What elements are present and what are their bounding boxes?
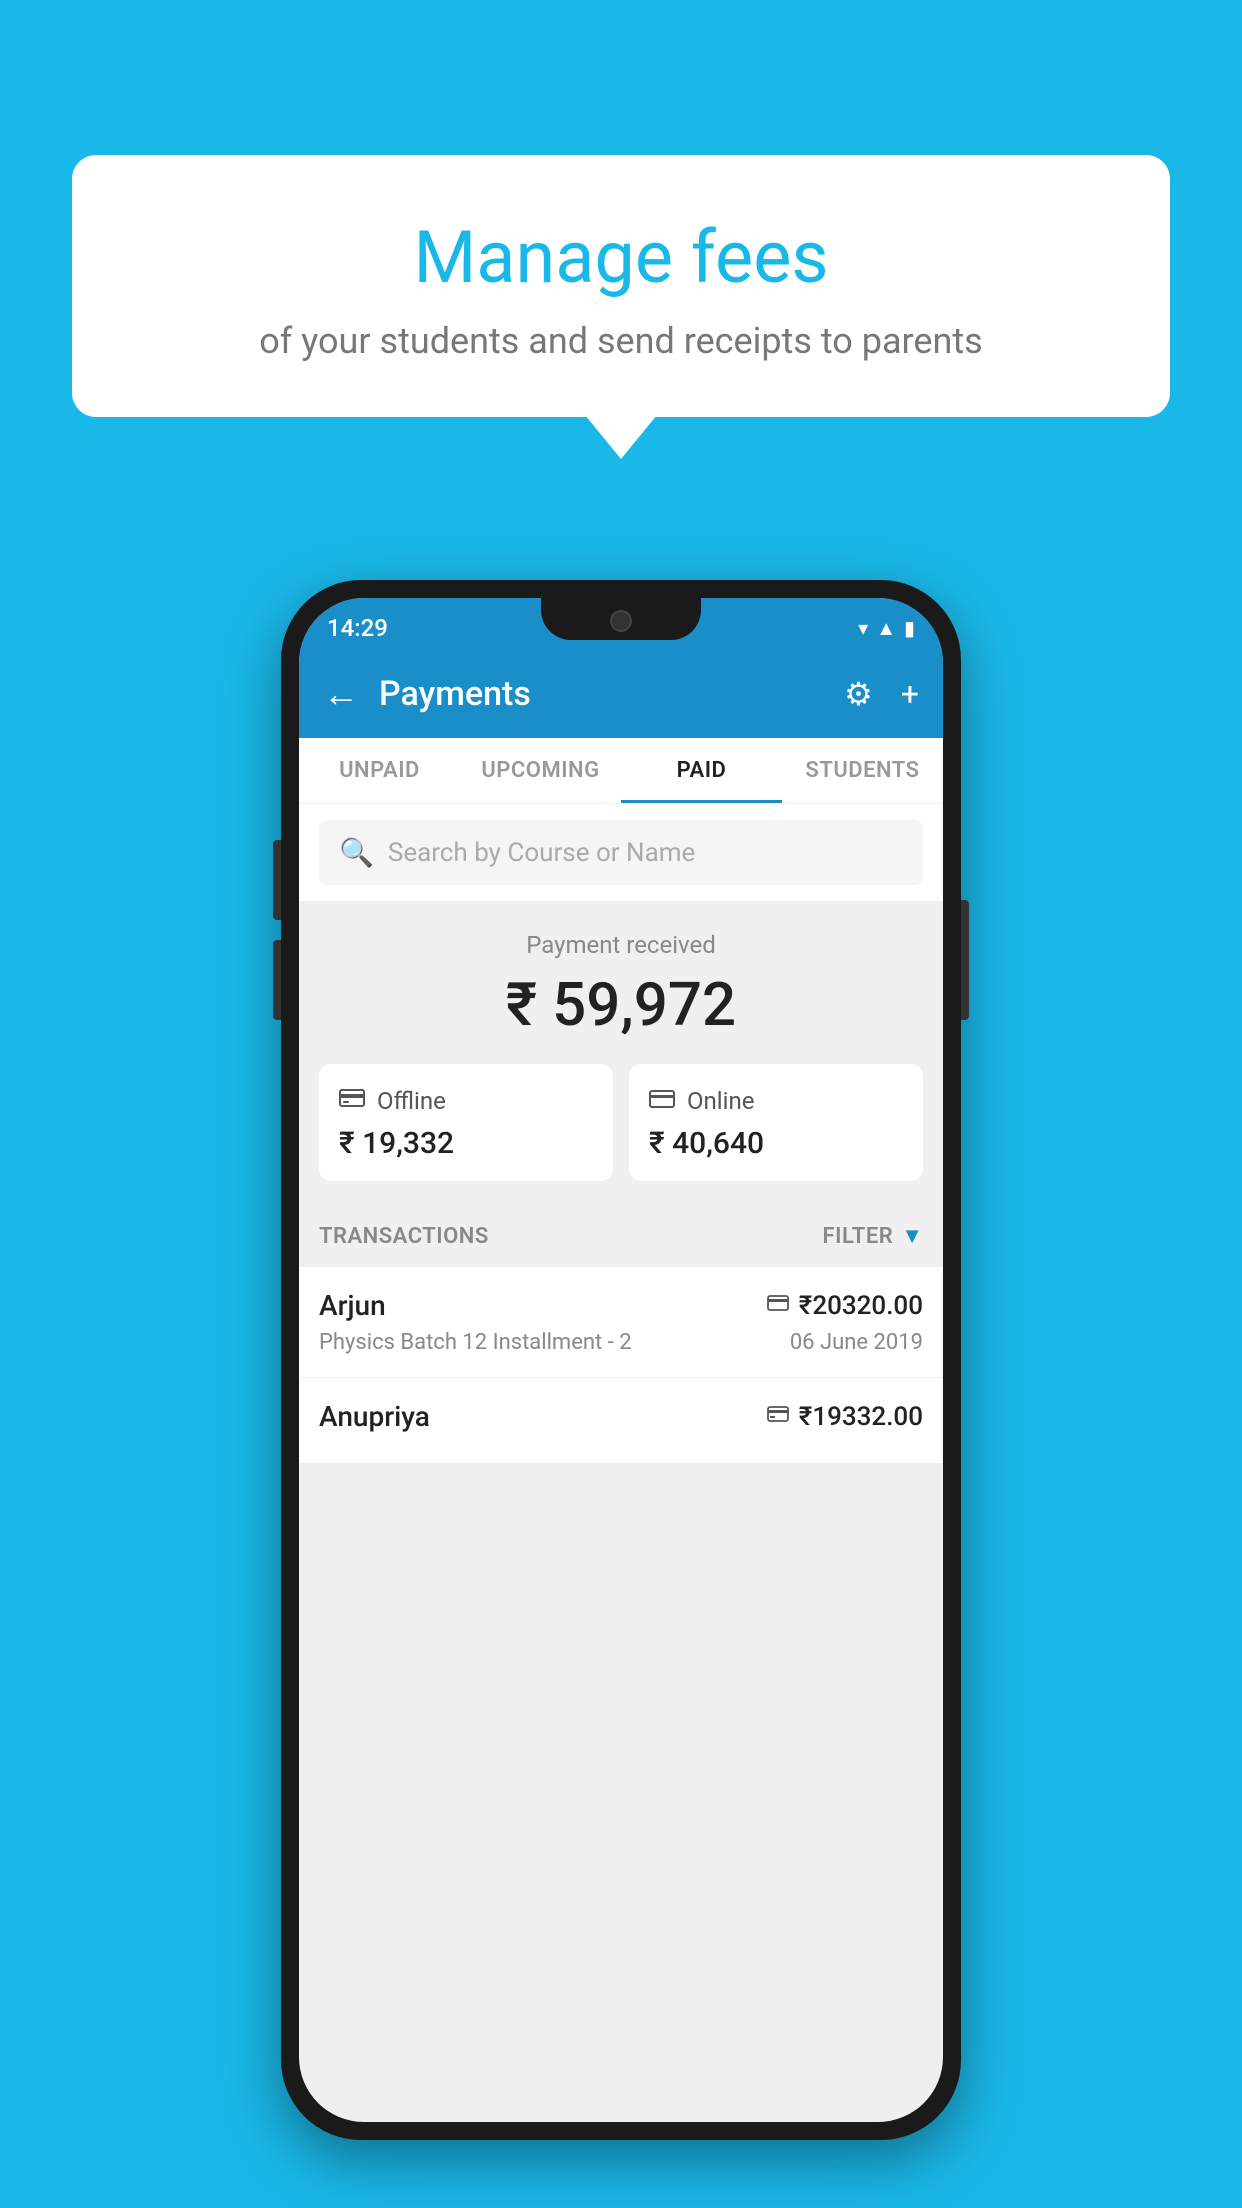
back-button[interactable]: ← [323,673,359,715]
bubble-title: Manage fees [112,215,1130,300]
filter-label: FILTER [823,1224,894,1249]
online-card-header: Online [649,1086,903,1116]
bubble-subtitle: of your students and send receipts to pa… [112,320,1130,362]
search-container: 🔍 Search by Course or Name [299,804,943,901]
payment-cards: Offline ₹ 19,332 Online ₹ 40,640 [299,1064,943,1205]
volume-up-button [273,840,281,920]
transaction-amount: ₹19332.00 [799,1402,923,1432]
search-input[interactable]: Search by Course or Name [388,838,695,868]
online-payment-icon [649,1086,675,1116]
offline-card-header: Offline [339,1086,593,1116]
tab-upcoming[interactable]: UPCOMING [460,738,621,803]
tab-students[interactable]: STUDENTS [782,738,943,803]
transaction-top: Arjun ₹20320.00 [319,1289,923,1322]
transaction-date: 06 June 2019 [790,1330,923,1355]
settings-icon[interactable]: ⚙ [844,675,873,713]
offline-amount: ₹ 19,332 [339,1126,593,1161]
front-camera [610,610,632,632]
transaction-amount-wrap: ₹19332.00 [767,1402,923,1432]
transaction-detail: Physics Batch 12 Installment - 2 [319,1330,632,1355]
filter-button[interactable]: FILTER ▼ [823,1223,923,1249]
online-payment-type-icon [767,1293,789,1318]
tab-paid[interactable]: PAID [621,738,782,803]
transaction-amount-wrap: ₹20320.00 [767,1291,923,1321]
search-icon: 🔍 [339,836,374,869]
online-amount: ₹ 40,640 [649,1126,903,1161]
payment-received-label: Payment received [319,931,923,959]
offline-payment-card: Offline ₹ 19,332 [319,1064,613,1181]
filter-icon: ▼ [901,1223,923,1249]
phone-screen: 14:29 ▾ ▲ ▮ ← Payments ⚙ + UNPAID UPCOMI… [299,598,943,2122]
search-bar[interactable]: 🔍 Search by Course or Name [319,820,923,885]
offline-payment-icon [339,1086,365,1116]
transaction-row[interactable]: Anupriya ₹19332.00 [299,1378,943,1464]
transaction-bottom: Physics Batch 12 Installment - 2 06 June… [319,1330,923,1355]
status-time: 14:29 [327,614,388,642]
notch [541,598,701,640]
page-title: Payments [379,674,824,714]
wifi-icon: ▾ [858,616,868,640]
payment-total-amount: ₹ 59,972 [319,969,923,1040]
online-payment-card: Online ₹ 40,640 [629,1064,923,1181]
transactions-label: TRANSACTIONS [319,1224,489,1249]
power-button [961,900,969,1020]
offline-label: Offline [377,1087,446,1115]
tab-bar: UNPAID UPCOMING PAID STUDENTS [299,738,943,804]
signal-icon: ▲ [876,616,896,641]
battery-icon: ▮ [904,616,915,640]
status-icons: ▾ ▲ ▮ [858,616,915,641]
transaction-name: Anupriya [319,1400,430,1433]
transaction-name: Arjun [319,1289,386,1322]
tab-unpaid[interactable]: UNPAID [299,738,460,803]
transaction-top: Anupriya ₹19332.00 [319,1400,923,1433]
app-header: ← Payments ⚙ + [299,650,943,738]
add-icon[interactable]: + [901,675,919,713]
transaction-row[interactable]: Arjun ₹20320.00 Physics Batch 12 Install… [299,1267,943,1378]
transactions-header: TRANSACTIONS FILTER ▼ [299,1205,943,1267]
phone-mockup: 14:29 ▾ ▲ ▮ ← Payments ⚙ + UNPAID UPCOMI… [281,580,961,2140]
online-label: Online [687,1087,754,1115]
speech-bubble: Manage fees of your students and send re… [72,155,1170,417]
transaction-amount: ₹20320.00 [799,1291,923,1321]
payment-summary: Payment received ₹ 59,972 [299,901,943,1064]
volume-down-button [273,940,281,1020]
header-actions: ⚙ + [844,675,919,713]
offline-payment-type-icon [767,1404,789,1429]
